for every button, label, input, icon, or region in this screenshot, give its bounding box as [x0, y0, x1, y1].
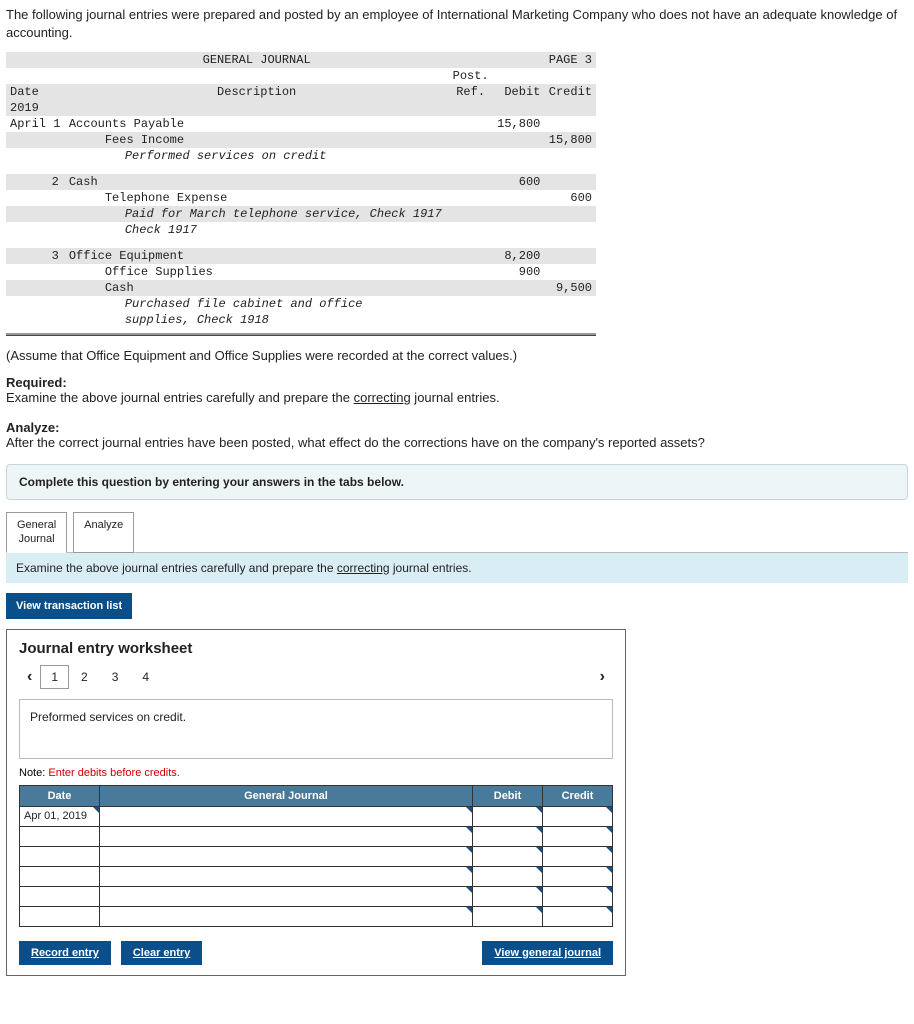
- col-credit: Credit: [544, 84, 596, 100]
- th-credit: Credit: [543, 785, 613, 806]
- transaction-description: Preformed services on credit.: [19, 699, 613, 759]
- record-entry-button[interactable]: Record entry: [19, 941, 111, 965]
- col-desc: Description: [65, 84, 449, 100]
- pager-1[interactable]: 1: [40, 665, 69, 689]
- pager-3[interactable]: 3: [100, 666, 131, 688]
- table-row: [20, 826, 613, 846]
- table-row: [20, 846, 613, 866]
- required-section: Required: Examine the above journal entr…: [6, 375, 908, 405]
- tab-general-journal[interactable]: General Journal: [6, 512, 67, 552]
- pager-next-icon[interactable]: ›: [592, 668, 613, 686]
- table-row: [20, 886, 613, 906]
- th-general-journal: General Journal: [100, 785, 473, 806]
- th-date: Date: [20, 785, 100, 806]
- view-transaction-list-button[interactable]: View transaction list: [6, 593, 132, 619]
- journal-page: PAGE 3: [544, 52, 596, 68]
- col-date: Date: [6, 84, 65, 100]
- th-debit: Debit: [473, 785, 543, 806]
- view-general-journal-button[interactable]: View general journal: [482, 941, 613, 965]
- account-cell[interactable]: [100, 806, 473, 826]
- date-cell[interactable]: Apr 01, 2019: [20, 806, 100, 826]
- col-debit: Debit: [493, 84, 545, 100]
- worksheet-pager: ‹ 1 2 3 4 ›: [19, 665, 613, 689]
- analyze-section: Analyze: After the correct journal entri…: [6, 420, 908, 450]
- pager-2[interactable]: 2: [69, 666, 100, 688]
- tabs-instruction: Complete this question by entering your …: [6, 464, 908, 500]
- worksheet-title: Journal entry worksheet: [19, 640, 613, 657]
- clear-entry-button[interactable]: Clear entry: [121, 941, 202, 965]
- pager-4[interactable]: 4: [130, 666, 161, 688]
- note-text: Note: Enter debits before credits.: [19, 767, 613, 779]
- table-row: Apr 01, 2019: [20, 806, 613, 826]
- col-ref: Ref.: [448, 84, 492, 100]
- entry-table: Date General Journal Debit Credit Apr 01…: [19, 785, 613, 927]
- intro-text: The following journal entries were prepa…: [6, 6, 908, 42]
- table-row: [20, 906, 613, 926]
- journal-title: GENERAL JOURNAL: [65, 52, 449, 68]
- assume-note: (Assume that Office Equipment and Office…: [6, 348, 908, 363]
- general-journal-table: GENERAL JOURNALPAGE 3 Post. Date Descrip…: [6, 52, 596, 328]
- tab-content-instruction: Examine the above journal entries carefu…: [6, 552, 908, 583]
- table-row: [20, 866, 613, 886]
- debit-cell[interactable]: [473, 806, 543, 826]
- tab-analyze[interactable]: Analyze: [73, 512, 134, 552]
- worksheet-panel: Journal entry worksheet ‹ 1 2 3 4 › Pref…: [6, 629, 626, 976]
- credit-cell[interactable]: [543, 806, 613, 826]
- tab-row: General Journal Analyze: [6, 512, 908, 552]
- pager-prev-icon[interactable]: ‹: [19, 668, 40, 686]
